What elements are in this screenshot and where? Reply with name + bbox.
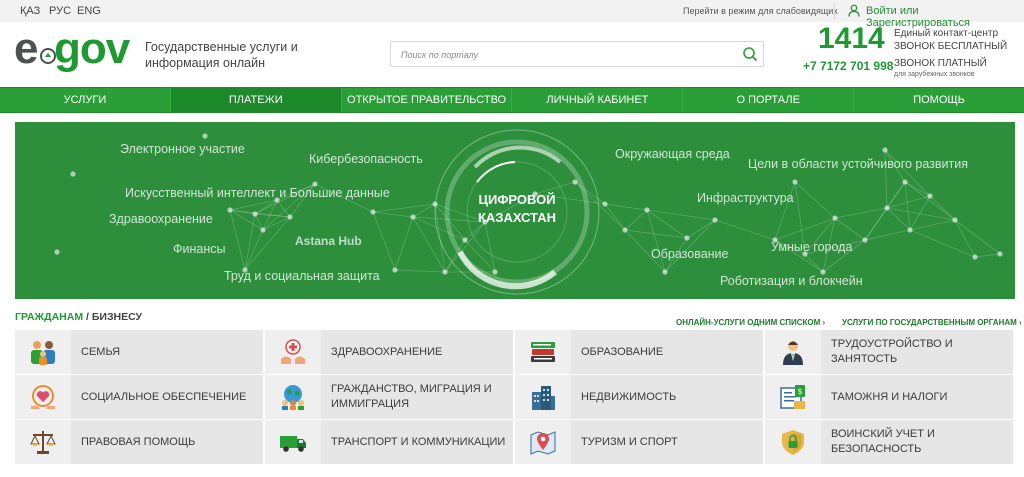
nav-payments[interactable]: ПЛАТЕЖИ	[170, 88, 342, 112]
category-transport[interactable]: Транспорт и коммуникации	[265, 420, 513, 464]
egov-logo[interactable]: e gov	[14, 24, 134, 76]
category-label: Трудоустройство и занятость	[831, 338, 953, 365]
search-icon[interactable]	[742, 46, 758, 62]
category-military[interactable]: Воинский учет и безопасность	[765, 420, 1013, 464]
category-healthcare[interactable]: Здравоохранение	[265, 330, 513, 374]
category-label: Правовая помощь	[81, 435, 196, 448]
tab-business[interactable]: БИЗНЕСУ	[92, 311, 142, 323]
category-social[interactable]: Социальное обеспечение	[15, 375, 263, 419]
shield-lock-icon	[782, 430, 804, 455]
contact-center-number[interactable]: 1414	[818, 22, 885, 56]
services-list-link[interactable]: ОНЛАЙН-УСЛУГИ ОДНИМ СПИСКОМ ›	[676, 318, 825, 327]
banner-label-healthcare: Здравоохранение	[109, 212, 213, 226]
nav-personal-cabinet[interactable]: ЛИЧНЫЙ КАБИНЕТ	[512, 88, 684, 112]
truck-icon	[280, 436, 306, 452]
buildings-icon	[532, 386, 555, 410]
banner-label-cybersecurity: Кибербезопасность	[309, 152, 423, 166]
category-family[interactable]: Семья	[15, 330, 263, 374]
category-label: Транспорт и коммуникации	[331, 435, 506, 448]
banner-label-finance: Финансы	[173, 242, 226, 256]
banner-label-sdg: Цели в области устойчивого развития	[748, 157, 969, 171]
banner-label-e-participation: Электронное участие	[120, 142, 245, 156]
search-box	[390, 41, 764, 67]
banner-label-astana-hub: Astana Hub	[295, 234, 362, 248]
map-pin-icon	[530, 431, 556, 455]
site-tagline: Государственные услуги и информация онла…	[145, 40, 298, 70]
contact-paid-label: ЗВОНОК ПЛАТНЫЙ	[894, 58, 987, 69]
lang-kaz[interactable]: ҚАЗ	[20, 5, 40, 17]
category-grid: Семья Здравоохранение Образование Трудоу…	[15, 330, 1015, 465]
main-nav: УСЛУГИ ПЛАТЕЖИ ОТКРЫТОЕ ПРАВИТЕЛЬСТВО ЛИ…	[0, 87, 1024, 113]
search-input[interactable]	[401, 47, 731, 62]
topbar-divider	[834, 3, 835, 19]
banner-label-education: Образование	[651, 247, 729, 261]
social-heart-icon	[31, 385, 55, 409]
category-employment[interactable]: Трудоустройство и занятость	[765, 330, 1013, 374]
svg-text:$: $	[797, 387, 802, 396]
banner-label-labor: Труд и социальная защита	[224, 269, 380, 283]
category-tourism[interactable]: Туризм и спорт	[515, 420, 763, 464]
category-label: Образование	[581, 345, 664, 358]
customs-icon: $	[780, 385, 805, 409]
nav-about-portal[interactable]: О ПОРТАЛЕ	[683, 88, 855, 112]
healthcare-icon	[281, 339, 305, 364]
worker-icon	[783, 341, 803, 365]
category-label: Семья	[81, 345, 121, 358]
category-label: Гражданство, миграция и иммиграция	[331, 383, 492, 410]
login-link[interactable]: Войти или Зарегистрироваться	[866, 5, 1024, 29]
banner-label-robotization: Роботизация и блокчейн	[720, 274, 863, 288]
contact-free-label: ЗВОНОК БЕСПЛАТНЫЙ	[894, 41, 1008, 52]
lang-eng[interactable]: ENG	[77, 5, 101, 17]
banner-label-smart-cities: Умные города	[771, 240, 853, 254]
section-separator: /	[83, 311, 92, 323]
category-legal[interactable]: Правовая помощь	[15, 420, 263, 464]
category-label: Здравоохранение	[331, 345, 443, 358]
scales-icon	[30, 431, 56, 454]
family-icon	[31, 341, 55, 365]
top-bar: ҚАЗ РУС ENG Перейти в режим для слабовид…	[0, 0, 1024, 29]
category-citizenship[interactable]: Гражданство, миграция и иммиграция	[265, 375, 513, 419]
contact-paid-note: для зарубежных звонков	[894, 71, 975, 78]
nav-services[interactable]: УСЛУГИ	[0, 88, 171, 112]
category-label: Недвижимость	[581, 390, 677, 403]
category-real-estate[interactable]: Недвижимость	[515, 375, 763, 419]
nav-help[interactable]: ПОМОЩЬ	[854, 88, 1024, 112]
category-label: Туризм и спорт	[581, 435, 678, 448]
category-label: Социальное обеспечение	[81, 390, 247, 403]
nav-open-government[interactable]: ОТКРЫТОЕ ПРАВИТЕЛЬСТВО	[342, 88, 513, 112]
lang-rus[interactable]: РУС	[49, 5, 71, 17]
logo-gov: gov	[54, 24, 130, 73]
user-icon	[848, 4, 860, 17]
globe-people-icon	[282, 385, 304, 410]
banner-label-environment: Окружающая среда	[615, 147, 730, 161]
low-vision-link[interactable]: Перейти в режим для слабовидящих	[683, 6, 838, 16]
banner-label-infrastructure: Инфраструктура	[697, 191, 794, 205]
tab-citizens[interactable]: ГРАЖДАНАМ	[15, 311, 83, 323]
services-by-agency-link[interactable]: УСЛУГИ ПО ГОСУДАРСТВЕННЫМ ОРГАНАМ ›	[842, 318, 1022, 327]
banner-label-ai-bigdata: Искусственный интеллект и Большие данные	[125, 186, 390, 200]
section-title: ГРАЖДАНАМ / БИЗНЕСУ	[15, 311, 142, 323]
category-education[interactable]: Образование	[515, 330, 763, 374]
books-icon	[531, 342, 555, 362]
logo-e: e	[14, 24, 39, 73]
category-label: Воинский учет и безопасность	[831, 428, 935, 455]
paid-phone-number[interactable]: +7 7172 701 998	[803, 59, 893, 73]
contact-center-title: Единый контакт-центр	[894, 28, 999, 39]
category-label: Таможня и налоги	[831, 390, 948, 403]
banner-title: ЦИФРОВОЙ КАЗАХСТАН	[478, 192, 556, 225]
category-customs[interactable]: $ Таможня и налоги	[765, 375, 1013, 419]
digital-kazakhstan-banner[interactable]: Электронное участие Кибербезопасность Ис…	[15, 122, 1015, 299]
